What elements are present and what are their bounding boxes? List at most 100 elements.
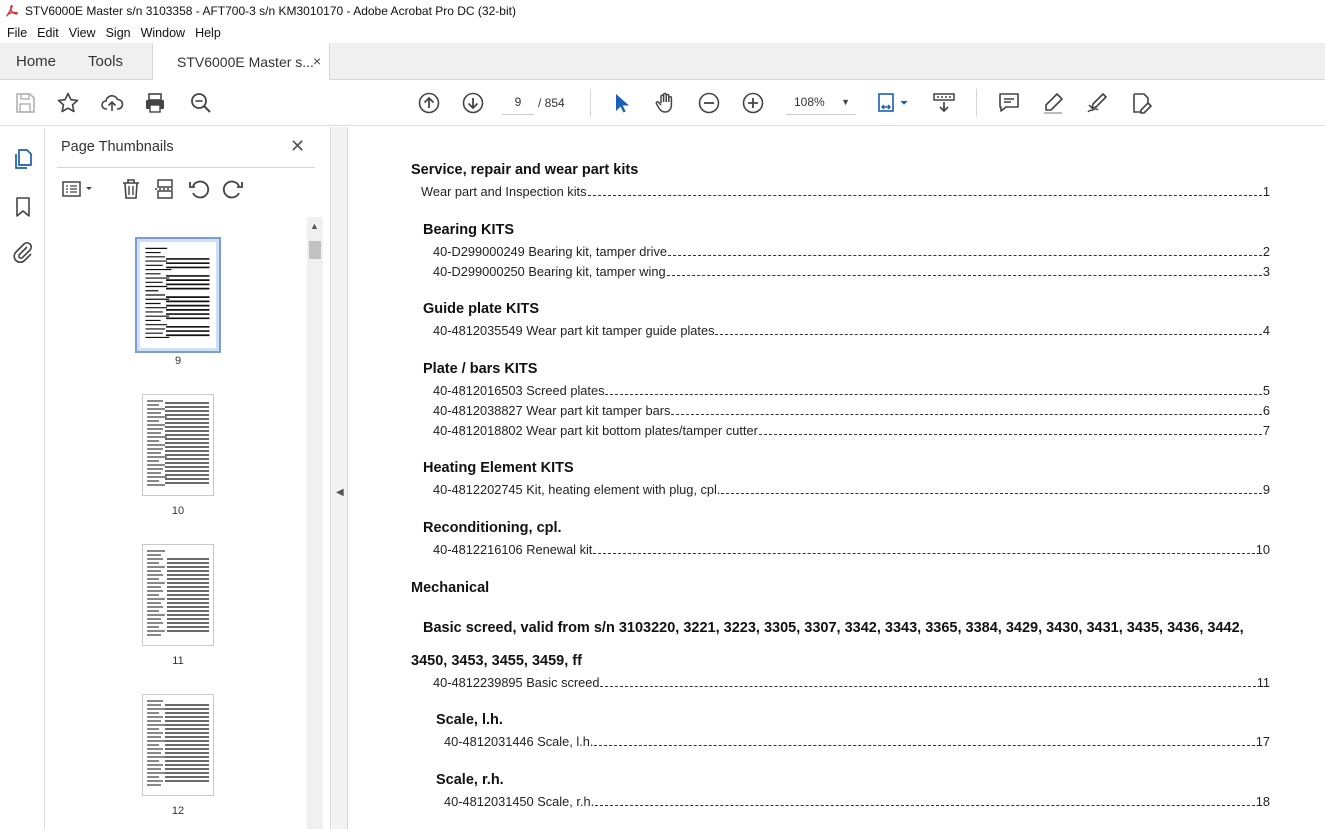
page-number-input[interactable]: 9 (502, 91, 534, 115)
upload-cloud-icon[interactable] (100, 91, 124, 115)
print-icon[interactable] (143, 91, 167, 115)
next-page-icon[interactable] (461, 91, 485, 115)
fit-page-icon[interactable] (876, 91, 912, 115)
thumbnail-page-9[interactable] (135, 237, 221, 353)
thumbnail-page-11[interactable] (142, 544, 214, 646)
toc-page-number: 11 (1256, 675, 1270, 690)
zoom-level-value: 108% (794, 95, 825, 109)
page-preview-lines (147, 550, 209, 636)
bookmark-star-icon[interactable] (56, 91, 80, 115)
toc-entry-text: 40-4812035549 Wear part kit tamper guide… (433, 323, 715, 338)
toc-heading: Plate / bars KITS (423, 361, 538, 377)
thumbnail-scrollbar[interactable]: ▲ (307, 217, 323, 829)
thumbnail-label: 9 (174, 355, 182, 367)
thumbnail-options-icon[interactable] (61, 177, 97, 201)
toc-heading: Scale, l.h. (436, 712, 503, 728)
page-thumbnails-icon[interactable] (11, 147, 35, 171)
zoom-in-icon[interactable] (741, 91, 765, 115)
toc-leader (594, 745, 1255, 746)
scrollbar-thumb[interactable] (309, 241, 321, 259)
toc-entry-text: 40-4812031446 Scale, l.h. (444, 734, 594, 749)
toc-page-number: 3 (1262, 264, 1270, 279)
toolbar-divider (590, 89, 591, 117)
toc-entry-text: 40-4812018802 Wear part kit bottom plate… (433, 423, 758, 438)
toc-heading: Reconditioning, cpl. (423, 520, 562, 536)
thumbnail-label: 12 (171, 805, 185, 817)
menu-file[interactable]: File (2, 26, 32, 40)
tab-close-icon[interactable]: × (313, 53, 321, 69)
hand-tool-icon[interactable] (653, 91, 677, 115)
toc-leader (671, 414, 1262, 415)
toc-heading: 3450, 3453, 3455, 3459, ff (411, 653, 582, 669)
toc-entry[interactable]: 40-4812031450 Scale, r.h. 18 (444, 793, 1270, 809)
edit-document-icon[interactable] (1129, 91, 1153, 115)
previous-page-icon[interactable] (417, 91, 441, 115)
panel-collapse-strip[interactable]: ◀ (330, 127, 348, 829)
thumbnail-page-10[interactable] (142, 394, 214, 496)
comment-icon[interactable] (997, 91, 1021, 115)
thumbnail-page-12[interactable] (142, 694, 214, 796)
rotate-cw-icon[interactable] (221, 177, 245, 201)
attachments-icon[interactable] (11, 240, 35, 264)
toc-entry[interactable]: 40-4812239895 Basic screed 11 (433, 674, 1270, 690)
collapse-arrow-icon[interactable]: ◀ (336, 487, 344, 498)
toc-entry[interactable]: 40-D299000250 Bearing kit, tamper wing 3 (433, 263, 1270, 279)
toc-leader (593, 553, 1255, 554)
toc-entry[interactable]: 40-4812016503 Screed plates 5 (433, 382, 1270, 398)
acrobat-icon (6, 4, 18, 17)
toc-entry-text: 40-4812239895 Basic screed (433, 675, 600, 690)
toc-entry[interactable]: 40-D299000249 Bearing kit, tamper drive 2 (433, 243, 1270, 259)
toc-entry[interactable]: 40-4812018802 Wear part kit bottom plate… (433, 422, 1270, 438)
page-preview-lines (147, 400, 209, 486)
toc-leader (605, 394, 1262, 395)
toc-leader (758, 434, 1262, 435)
menu-sign[interactable]: Sign (101, 26, 136, 40)
scroll-up-icon[interactable]: ▲ (310, 221, 319, 231)
zoom-out-icon[interactable] (697, 91, 721, 115)
tab-document-label: STV6000E Master s... (177, 54, 314, 70)
toc-entry[interactable]: 40-4812031446 Scale, l.h. 17 (444, 733, 1270, 749)
sign-pen-icon[interactable] (1085, 91, 1109, 115)
rotate-ccw-icon[interactable] (187, 177, 211, 201)
page-preview-lines (147, 700, 209, 786)
toc-entry-text: 40-D299000249 Bearing kit, tamper drive (433, 244, 668, 259)
highlight-pen-icon[interactable] (1041, 91, 1065, 115)
extract-pages-icon[interactable] (153, 177, 177, 201)
close-panel-icon[interactable]: ✕ (290, 136, 305, 157)
toc-entry-text: 40-D299000250 Bearing kit, tamper wing (433, 264, 666, 279)
toc-page-number: 4 (1262, 323, 1270, 338)
toc-page-number: 7 (1262, 423, 1270, 438)
toc-leader (668, 255, 1262, 256)
tab-tools[interactable]: Tools (88, 53, 123, 70)
tab-home[interactable]: Home (16, 53, 56, 70)
delete-pages-icon[interactable] (119, 177, 143, 201)
toc-entry[interactable]: 40-4812038827 Wear part kit tamper bars 6 (433, 402, 1270, 418)
thumbnail-preview (143, 695, 213, 795)
thumbnail-preview (143, 545, 213, 645)
toc-page-number: 2 (1262, 244, 1270, 259)
toc-leader (715, 334, 1262, 335)
navigation-rail (0, 127, 45, 829)
toc-leader (587, 195, 1262, 196)
tab-document[interactable]: STV6000E Master s... × (152, 43, 330, 81)
select-cursor-icon[interactable] (609, 91, 633, 115)
save-icon[interactable] (13, 91, 37, 115)
toc-leader (721, 493, 1262, 494)
menu-window[interactable]: Window (136, 26, 190, 40)
toolbar: 9 / 854 108% ▼ (0, 80, 1325, 126)
toc-entry-text: 40-4812216106 Renewal kit (433, 542, 593, 557)
menu-edit[interactable]: Edit (32, 26, 64, 40)
menu-help[interactable]: Help (190, 26, 226, 40)
toc-heading: Service, repair and wear part kits (411, 162, 639, 178)
scroll-mode-icon[interactable] (932, 91, 956, 115)
menu-view[interactable]: View (64, 26, 101, 40)
bookmarks-icon[interactable] (11, 195, 35, 219)
zoom-level-select[interactable]: 108% ▼ (786, 91, 856, 115)
toc-page-number: 17 (1255, 734, 1270, 749)
toc-entry[interactable]: Wear part and Inspection kits 1 (421, 183, 1270, 199)
toc-entry[interactable]: 40-4812216106 Renewal kit 10 (433, 541, 1270, 557)
toc-page-number: 10 (1255, 542, 1270, 557)
toc-entry[interactable]: 40-4812202745 Kit, heating element with … (433, 481, 1270, 497)
search-zoom-icon[interactable] (189, 91, 213, 115)
toc-entry[interactable]: 40-4812035549 Wear part kit tamper guide… (433, 322, 1270, 338)
